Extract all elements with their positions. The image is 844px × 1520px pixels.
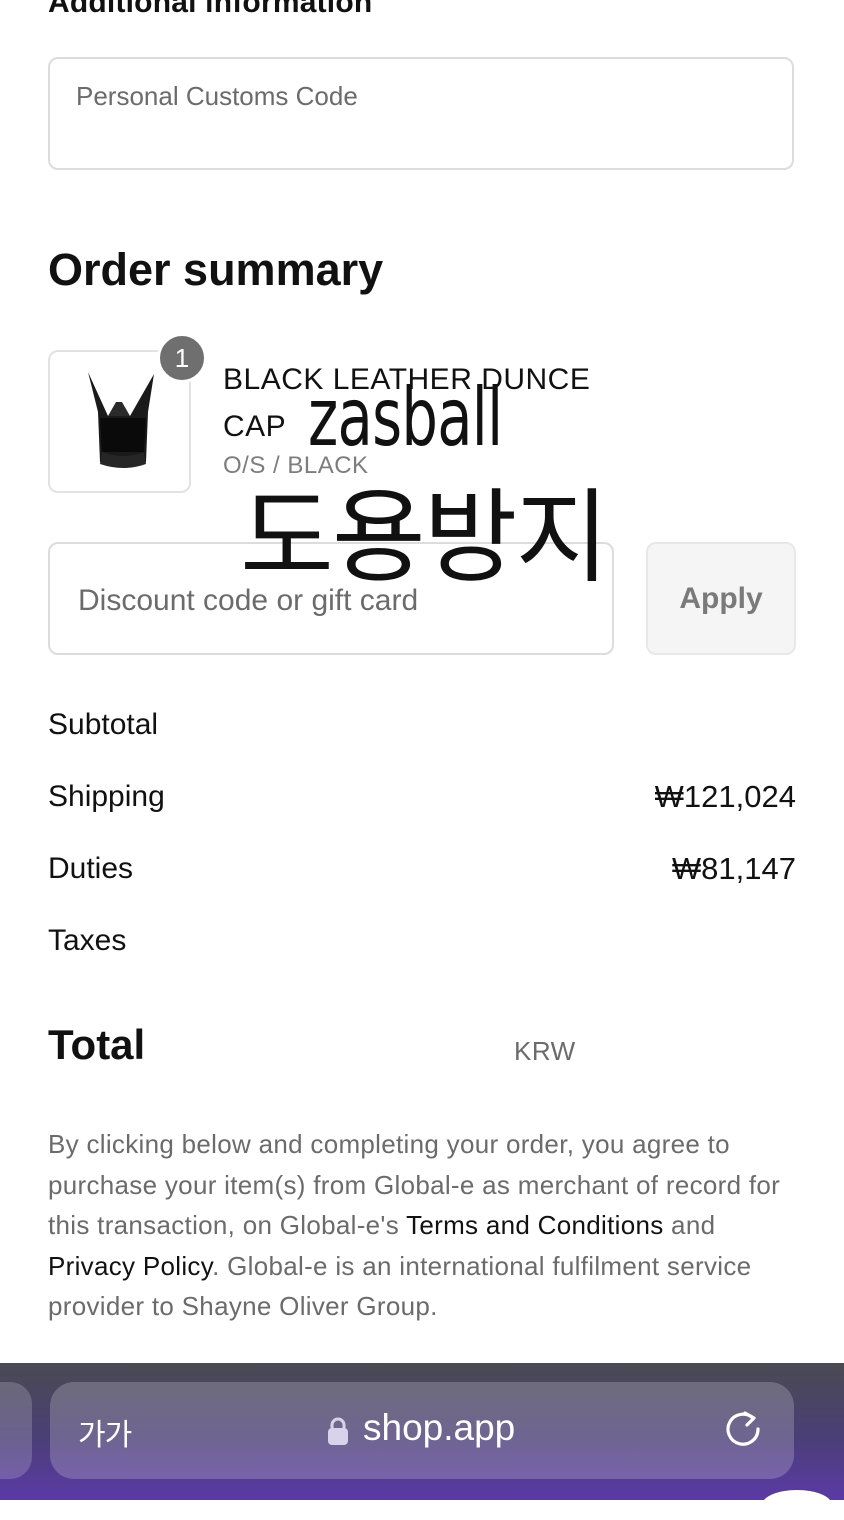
duties-value: ₩81,147 — [671, 851, 796, 886]
legal-notice: By clicking below and completing your or… — [48, 1124, 808, 1327]
reload-icon[interactable] — [723, 1409, 765, 1451]
customs-code-field[interactable] — [48, 57, 794, 170]
taxes-label: Taxes — [48, 924, 127, 957]
subtotal-label: Subtotal — [48, 708, 159, 741]
duties-label: Duties — [48, 852, 134, 885]
order-summary-title: Order summary — [48, 244, 384, 295]
apply-discount-button[interactable]: Apply — [646, 542, 796, 655]
additional-info-title: Additional information — [48, 0, 373, 19]
text-size-button[interactable]: 가가 — [78, 1410, 132, 1454]
shipping-label: Shipping — [48, 780, 165, 813]
shipping-value: ₩121,024 — [654, 779, 796, 814]
total-label: Total — [48, 1021, 146, 1068]
watermark-korean-text: 도용방지 — [240, 479, 609, 598]
privacy-policy-link[interactable]: Privacy Policy — [48, 1251, 212, 1281]
url-text[interactable]: shop.app — [363, 1407, 515, 1449]
quantity-badge: 1 — [157, 333, 207, 383]
customs-code-input[interactable] — [74, 75, 758, 117]
previous-tab-peek[interactable] — [0, 1382, 32, 1479]
watermark-text: zasball — [308, 371, 503, 464]
home-indicator-corner — [762, 1490, 832, 1520]
total-currency: KRW — [514, 1036, 576, 1066]
legal-text-and: and — [663, 1210, 716, 1240]
lock-icon — [328, 1417, 348, 1445]
terms-and-conditions-link[interactable]: Terms and Conditions — [406, 1210, 663, 1240]
